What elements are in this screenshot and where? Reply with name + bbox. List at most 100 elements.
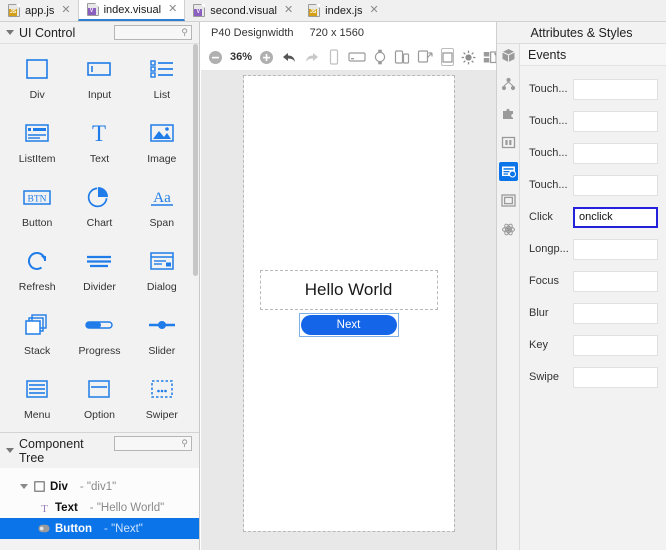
- js-file-icon: JS: [308, 4, 321, 17]
- control-image[interactable]: Image: [131, 116, 193, 180]
- redo-button[interactable]: [304, 48, 320, 66]
- multi-screen-button[interactable]: [417, 48, 434, 66]
- phone-landscape-button[interactable]: [348, 48, 366, 66]
- control-label: Button: [21, 217, 53, 229]
- ui-control-scrollbar[interactable]: [192, 44, 199, 432]
- event-label: Touch...: [529, 115, 568, 127]
- event-label: Swipe: [529, 371, 559, 383]
- component-tree-body: Div - "div1" T Text - "Hello World" Butt…: [0, 468, 199, 539]
- puzzle-icon[interactable]: [499, 104, 518, 123]
- chevron-down-icon[interactable]: [20, 484, 28, 489]
- event-input-touchmove[interactable]: [573, 110, 658, 132]
- ui-control-search-input[interactable]: ⚲: [114, 25, 192, 40]
- control-option[interactable]: Option: [68, 372, 130, 432]
- brightness-button[interactable]: [461, 48, 476, 66]
- chevron-down-icon[interactable]: [6, 448, 14, 453]
- zoom-level-label: 36%: [230, 51, 253, 63]
- control-stack[interactable]: Stack: [6, 308, 68, 372]
- frame-icon[interactable]: [499, 191, 518, 210]
- zoom-out-button[interactable]: [208, 48, 223, 66]
- component-icon[interactable]: [499, 46, 518, 65]
- events-icon[interactable]: [498, 162, 518, 181]
- control-label: List: [153, 89, 170, 101]
- control-menu[interactable]: Menu: [6, 372, 68, 432]
- tab-label: index.js: [325, 4, 363, 17]
- chevron-down-icon[interactable]: [6, 30, 14, 35]
- tab-index-visual[interactable]: V index.visual ✕: [77, 0, 186, 21]
- event-input-key[interactable]: [573, 334, 658, 356]
- button-node-icon: [38, 523, 50, 535]
- phone-portrait-button[interactable]: [327, 48, 341, 66]
- control-label: Chart: [86, 217, 113, 229]
- atom-icon[interactable]: [499, 220, 518, 239]
- text-node-icon: T: [38, 502, 50, 514]
- device-frame[interactable]: Hello World Next: [242, 75, 455, 532]
- event-input-click[interactable]: onclick: [573, 206, 658, 228]
- control-divider[interactable]: Divider: [68, 244, 130, 308]
- tree-row-text[interactable]: T Text - "Hello World": [0, 497, 199, 518]
- control-dialog[interactable]: Dialog: [131, 244, 193, 308]
- events-section: Events Touch... Touch... Touch... Touch.…: [520, 44, 666, 550]
- control-slider[interactable]: Slider: [131, 308, 193, 372]
- span-icon: Aa: [145, 180, 179, 214]
- component-tree-header[interactable]: Component Tree ⚲: [0, 432, 199, 468]
- visual-file-icon: V: [193, 4, 206, 17]
- scrollbar-thumb[interactable]: [193, 44, 198, 276]
- control-label: Progress: [78, 345, 121, 357]
- tab-app-js[interactable]: JS app.js ✕: [0, 0, 78, 21]
- text-icon: T: [82, 116, 116, 150]
- control-listitem[interactable]: ListItem: [6, 116, 68, 180]
- tree-row-div[interactable]: Div - "div1": [0, 476, 199, 497]
- file-type-badge: JS: [309, 9, 318, 16]
- undo-button[interactable]: [281, 48, 297, 66]
- control-swiper[interactable]: Swiper: [131, 372, 193, 432]
- control-refresh[interactable]: Refresh: [6, 244, 68, 308]
- tab-label: app.js: [25, 4, 55, 17]
- component-tree-search-input[interactable]: ⚲: [114, 436, 192, 451]
- watch-button[interactable]: [373, 48, 387, 66]
- event-input-longpress[interactable]: [573, 238, 658, 260]
- progress-icon: [82, 308, 116, 342]
- event-label: Touch...: [529, 179, 568, 191]
- control-text[interactable]: T Text: [68, 116, 130, 180]
- event-input-swipe[interactable]: [573, 366, 658, 388]
- event-label: Key: [529, 339, 548, 351]
- listitem-icon: [20, 116, 54, 150]
- structure-icon[interactable]: [499, 75, 518, 94]
- tree-node-label: Div: [50, 480, 68, 493]
- close-icon[interactable]: ✕: [61, 5, 70, 16]
- tree-row-button[interactable]: Button - "Next": [0, 518, 199, 539]
- event-input-focus[interactable]: [573, 270, 658, 292]
- event-input-touchstart[interactable]: [573, 78, 658, 100]
- close-icon[interactable]: ✕: [168, 4, 177, 15]
- preview-text-element[interactable]: Hello World: [259, 270, 438, 310]
- control-list[interactable]: List: [131, 52, 193, 116]
- event-input-touchend[interactable]: [573, 142, 658, 164]
- foldable-phone-button[interactable]: [394, 48, 410, 66]
- control-label: Input: [87, 89, 112, 101]
- image-icon: [145, 116, 179, 150]
- control-span[interactable]: Aa Span: [131, 180, 193, 244]
- close-icon[interactable]: ✕: [284, 5, 293, 16]
- fullscreen-button[interactable]: [441, 48, 455, 66]
- event-input-touchcancel[interactable]: [573, 174, 658, 196]
- zoom-in-button[interactable]: [259, 48, 274, 66]
- svg-text:T: T: [41, 503, 48, 514]
- control-chart[interactable]: Chart: [68, 180, 130, 244]
- control-input[interactable]: Input: [68, 52, 130, 116]
- tab-second-visual[interactable]: V second.visual ✕: [185, 0, 301, 21]
- control-button[interactable]: BTN Button: [6, 180, 68, 244]
- control-div[interactable]: Div: [6, 52, 68, 116]
- tab-index-js[interactable]: JS index.js ✕: [300, 0, 386, 21]
- preview-next-button[interactable]: Next: [300, 315, 397, 335]
- device-name: P40 Designwidth: [211, 27, 294, 39]
- event-label: Touch...: [529, 147, 568, 159]
- control-label: Span: [149, 217, 175, 229]
- tree-node-value: - "Hello World": [89, 501, 165, 514]
- event-input-blur[interactable]: [573, 302, 658, 324]
- event-row-focus: Focus: [520, 265, 666, 297]
- columns-icon[interactable]: [499, 133, 518, 152]
- control-progress[interactable]: Progress: [68, 308, 130, 372]
- close-icon[interactable]: ✕: [369, 5, 378, 16]
- ui-control-header[interactable]: UI Control ⚲: [0, 22, 199, 44]
